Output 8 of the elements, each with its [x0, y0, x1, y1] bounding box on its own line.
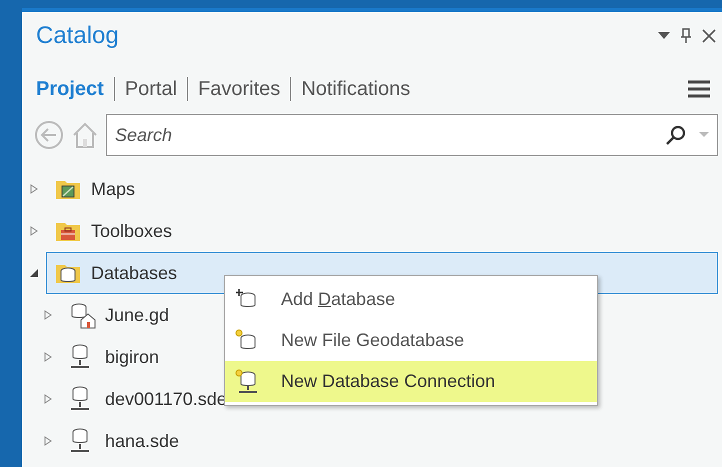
panel-title: Catalog [36, 21, 119, 51]
tree-item-label: bigiron [105, 346, 160, 369]
tree-item-label: Toolboxes [91, 220, 172, 242]
tree-item-label: dev001170.sde [105, 388, 227, 410]
tree-item-label: Databases [91, 262, 178, 284]
tree-item-label: hana.sde [105, 430, 180, 452]
tree-item-label: Maps [91, 178, 136, 201]
tree-item-label: June.gd [105, 304, 170, 327]
